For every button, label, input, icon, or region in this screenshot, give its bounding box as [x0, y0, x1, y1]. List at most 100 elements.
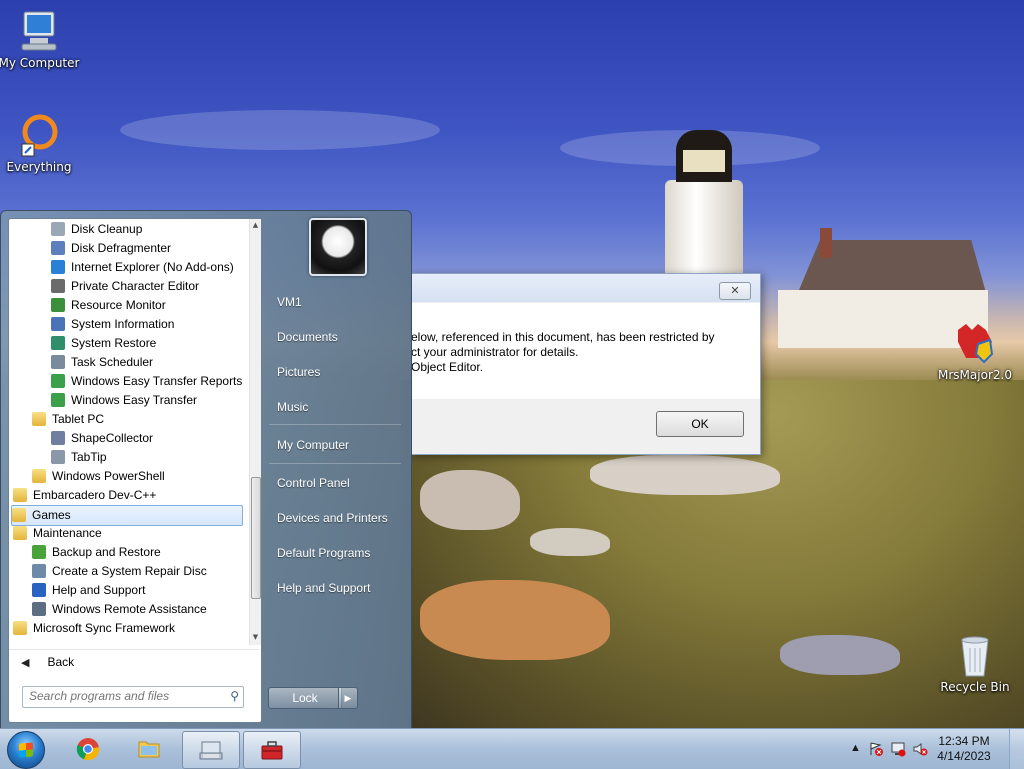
program-label: Backup and Restore — [52, 545, 161, 559]
action-center-flag-icon[interactable] — [868, 741, 884, 757]
music-link[interactable]: Music — [277, 400, 308, 414]
program-label: ShapeCollector — [71, 431, 154, 445]
backup-restore-icon — [32, 545, 46, 559]
back-button[interactable]: ◀ Back — [9, 649, 259, 674]
program-item[interactable]: System Information — [51, 315, 174, 334]
program-folder[interactable]: Maintenance — [13, 524, 102, 543]
scrollbar-thumb[interactable] — [251, 477, 261, 599]
menu-separator — [269, 424, 401, 425]
dialog-message: elow, referenced in this document, has b… — [411, 330, 715, 374]
my-computer-link[interactable]: My Computer — [277, 438, 349, 452]
devices-printers-link[interactable]: Devices and Printers — [277, 511, 388, 525]
dialog-titlebar — [411, 274, 760, 302]
default-programs-link[interactable]: Default Programs — [277, 546, 370, 560]
search-icon[interactable]: ⚲ — [230, 689, 239, 703]
program-item[interactable]: Help and Support — [32, 581, 145, 600]
program-label: Internet Explorer (No Add-ons) — [71, 260, 234, 274]
help-icon — [32, 583, 46, 597]
program-item[interactable]: ShapeCollector — [51, 429, 153, 448]
keyboard-icon — [199, 741, 223, 760]
program-folder[interactable]: Embarcadero Dev-C++ — [13, 486, 156, 505]
folder-icon — [13, 488, 27, 502]
rock — [590, 455, 780, 495]
explorer-taskbar-button[interactable] — [121, 731, 177, 767]
start-button[interactable] — [7, 731, 45, 769]
windows-logo-icon — [19, 742, 33, 758]
program-label: Windows Easy Transfer — [71, 393, 198, 407]
program-label: Microsoft Sync Framework — [33, 621, 176, 635]
desktop-icon-mrsmajor[interactable]: MrsMajor2.0 — [930, 320, 1020, 382]
dialog-body: elow, referenced in this document, has b… — [411, 303, 760, 399]
program-item[interactable]: Backup and Restore — [32, 543, 161, 562]
start-search-box[interactable]: ⚲ — [22, 686, 244, 708]
lock-button[interactable]: Lock — [268, 687, 342, 709]
program-label: Maintenance — [33, 526, 102, 540]
volume-muted-icon[interactable] — [912, 741, 928, 757]
recycle-bin-icon — [961, 636, 989, 677]
program-item[interactable]: TabTip — [51, 448, 107, 467]
start-menu: Disk Cleanup Disk Defragmenter Internet Ex… — [0, 210, 412, 730]
back-arrow-icon: ◀ — [21, 657, 30, 669]
disk-cleanup-icon — [51, 222, 65, 236]
scroll-up-arrow-icon[interactable]: ▲ — [250, 221, 261, 229]
lighthouse — [665, 180, 743, 275]
control-panel-link[interactable]: Control Panel — [277, 476, 350, 490]
program-item[interactable]: System Restore — [51, 334, 156, 353]
resource-monitor-icon — [51, 298, 65, 312]
program-item[interactable]: Private Character Editor — [51, 277, 199, 296]
program-item[interactable]: Create a System Repair Disc — [32, 562, 207, 581]
rock — [420, 470, 520, 530]
program-item[interactable]: Windows Easy Transfer — [51, 391, 197, 410]
programs-scrollbar[interactable]: ▲ ▼ — [249, 219, 261, 645]
show-desktop-button[interactable] — [1009, 729, 1024, 769]
notification-area: ▲ 12:34 PM 4/14/2023 — [844, 729, 1024, 769]
network-icon[interactable] — [890, 741, 906, 757]
program-folder[interactable]: Tablet PC — [32, 410, 104, 429]
rock — [530, 528, 610, 556]
user-avatar[interactable] — [309, 218, 367, 276]
toolbox-taskbar-button[interactable] — [243, 731, 301, 769]
desktop-icon-label: Everything — [6, 160, 72, 174]
desktop-icon-my-computer[interactable]: My Computer — [0, 8, 84, 70]
documents-link[interactable]: Documents — [277, 330, 338, 344]
repair-disc-icon — [32, 564, 46, 578]
task-scheduler-icon — [51, 355, 65, 369]
desktop-icon-label: Recycle Bin — [940, 680, 1010, 694]
show-hidden-icons-chevron-icon[interactable]: ▲ — [850, 742, 861, 754]
rock — [780, 635, 900, 675]
shutdown-options-arrow-icon[interactable]: ▶ — [338, 687, 358, 709]
program-folder[interactable]: Games — [11, 505, 243, 526]
easy-transfer-icon — [51, 393, 65, 407]
osk-taskbar-button[interactable] — [182, 731, 240, 769]
program-label: Embarcadero Dev-C++ — [33, 488, 157, 502]
program-item[interactable]: Windows Remote Assistance — [32, 600, 207, 619]
program-item[interactable]: Task Scheduler — [51, 353, 153, 372]
search-input[interactable] — [23, 687, 225, 705]
program-item[interactable]: Internet Explorer (No Add-ons) — [51, 258, 234, 277]
program-folder[interactable]: Windows PowerShell — [32, 467, 165, 486]
system-clock[interactable]: 12:34 PM 4/14/2023 — [929, 734, 999, 764]
lighthouse-glass — [683, 150, 725, 172]
program-label: Resource Monitor — [71, 298, 166, 312]
program-folder[interactable]: Microsoft Sync Framework — [13, 619, 175, 638]
dialog-close-button[interactable]: ✕ — [719, 282, 751, 300]
pictures-link[interactable]: Pictures — [277, 365, 320, 379]
restriction-dialog: ✕ elow, referenced in this document, has… — [410, 273, 761, 455]
program-item[interactable]: Windows Easy Transfer Reports — [51, 372, 242, 391]
program-item[interactable]: Disk Defragmenter — [51, 239, 171, 258]
program-label: Task Scheduler — [71, 355, 154, 369]
desktop-icon-recycle-bin[interactable]: Recycle Bin — [930, 632, 1020, 694]
desktop-icon-everything[interactable]: Everything — [0, 112, 84, 174]
folder-icon — [12, 508, 26, 522]
folder-icon — [13, 621, 27, 635]
user-name-link[interactable]: VM1 — [277, 295, 302, 309]
ok-button[interactable]: OK — [656, 411, 744, 437]
chrome-taskbar-button[interactable] — [60, 731, 116, 767]
program-item[interactable]: Resource Monitor — [51, 296, 166, 315]
rock — [420, 580, 610, 660]
program-item[interactable]: Disk Cleanup — [51, 220, 142, 239]
internet-explorer-icon — [51, 260, 65, 274]
help-support-link[interactable]: Help and Support — [277, 581, 370, 595]
program-label: Tablet PC — [52, 412, 105, 426]
scroll-down-arrow-icon[interactable]: ▼ — [250, 633, 261, 641]
